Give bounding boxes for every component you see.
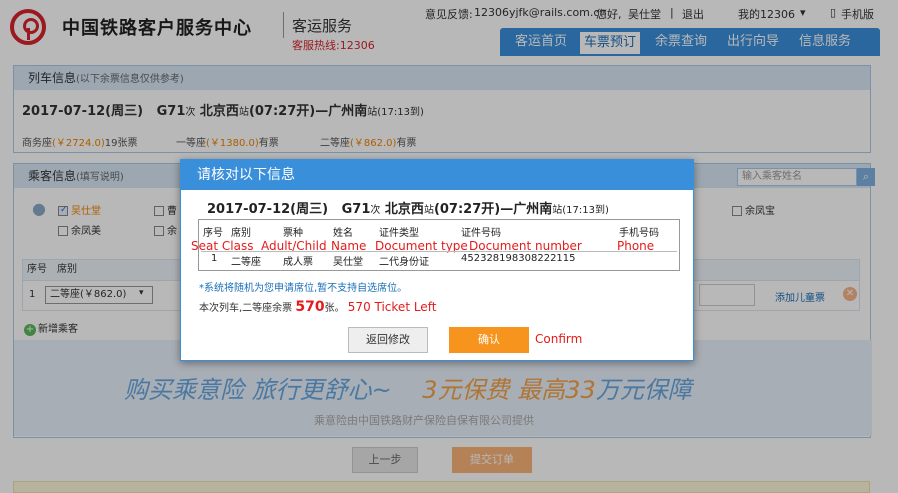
cell-doc-type: 二代身份证 (379, 257, 429, 268)
remaining-suffix: 张。 (324, 303, 345, 314)
dialog-from-suffix: 站 (423, 205, 434, 216)
cell-no: 1 (211, 253, 218, 264)
cell-name: 吴仕堂 (333, 257, 363, 268)
dialog-train-suffix: 次 (370, 205, 381, 216)
col-header: 证件类型 (379, 228, 419, 239)
cell-seat: 二等座 (231, 257, 261, 268)
dialog-from: 北京西 (384, 202, 424, 217)
dialog-depart: (07:27开) (433, 202, 501, 217)
table-divider (201, 251, 677, 252)
col-header: 手机号码 (619, 228, 659, 239)
cell-doc-number: 452328198308222115 (461, 253, 576, 264)
dialog-title: 请核对以下信息 (181, 160, 693, 190)
seat-allocation-note: *系统将随机为您申请席位,暂不支持自选席位。 (199, 283, 408, 294)
dialog-to-suffix: 站 (552, 205, 563, 216)
col-header: 证件号码 (461, 228, 501, 239)
confirm-annotation: Confirm (535, 332, 583, 346)
dialog-train-number: G71 (341, 202, 371, 217)
col-header: 席别 (231, 228, 251, 239)
col-header: 姓名 (333, 228, 353, 239)
col-header: 票种 (283, 228, 303, 239)
cell-ticket-type: 成人票 (283, 257, 313, 268)
col-header: 序号 (203, 228, 223, 239)
remaining-annotation: 570 Ticket Left (347, 300, 437, 314)
confirm-dialog: 请核对以下信息 2017-07-12(周三) G71次 北京西站(07:27开)… (180, 159, 694, 361)
remaining-count: 570 (295, 299, 325, 315)
dialog-dash: — (500, 202, 514, 217)
remaining-tickets: 本次列车,二等座余票 570张。 570 Ticket Left (199, 299, 436, 315)
dialog-train-summary: 2017-07-12(周三) G71次 北京西站(07:27开)—广州南站(17… (207, 198, 609, 217)
remaining-prefix: 本次列车,二等座余票 (199, 303, 293, 314)
dialog-to: 广州南 (513, 202, 553, 217)
dialog-arrive: (17:13到) (562, 205, 609, 216)
dialog-passenger-table: 序号 席别 票种 姓名 证件类型 证件号码 手机号码 Seat Class Ad… (191, 219, 680, 271)
confirm-button[interactable]: 确认 (449, 327, 529, 353)
back-to-edit-button[interactable]: 返回修改 (348, 327, 428, 353)
dialog-date: 2017-07-12(周三) (207, 202, 329, 217)
